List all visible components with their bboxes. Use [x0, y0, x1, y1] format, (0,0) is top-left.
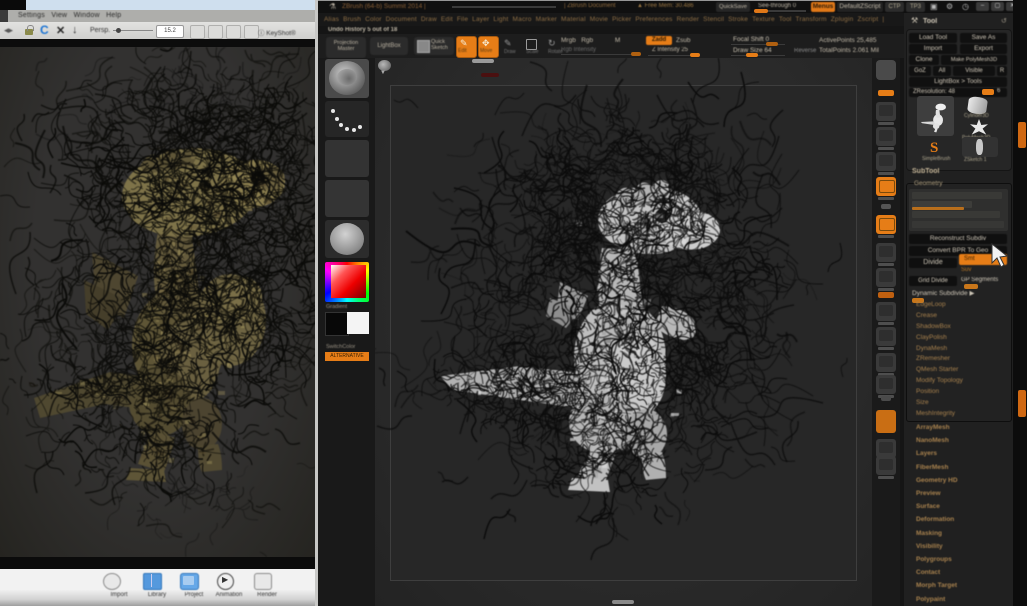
- svg-text:S: S: [930, 140, 938, 156]
